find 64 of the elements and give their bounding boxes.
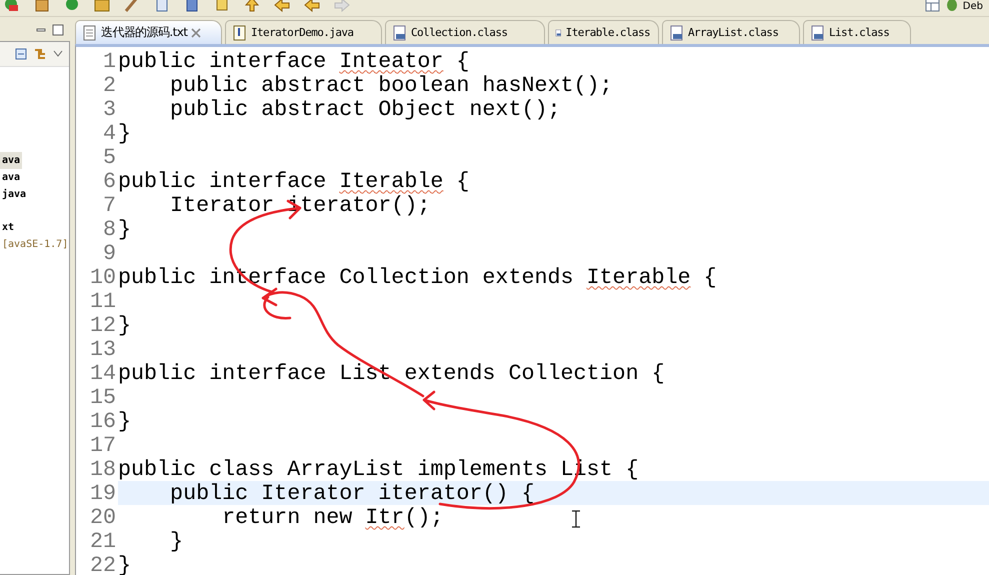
line-number: 21 [88, 528, 117, 554]
line-number: 13 [88, 336, 117, 362]
code-line: return new Itr(); [221, 504, 444, 530]
back-arrow-icon[interactable] [274, 0, 290, 13]
line-number: 14 [88, 360, 117, 386]
tree-item[interactable]: ava [0, 169, 22, 186]
collapse-all-icon[interactable] [15, 48, 27, 60]
view-menu-icon[interactable] [53, 50, 63, 58]
line-number: 7 [102, 192, 117, 218]
line-number: 20 [88, 504, 117, 530]
line-number: 22 [88, 552, 117, 575]
code-line: public interface Inteator { [118, 48, 470, 74]
binary-file-icon [810, 24, 825, 40]
editor-tab[interactable]: IteratorDemo.java [225, 20, 382, 44]
line-number: 17 [88, 432, 117, 458]
document-icon[interactable] [154, 0, 170, 13]
binary-file-icon [669, 24, 684, 40]
line-number: 15 [88, 384, 117, 410]
back-arrow-icon[interactable] [304, 0, 320, 13]
line-number: 1 [102, 48, 117, 74]
link-editor-icon[interactable] [33, 47, 47, 61]
java-file-icon [232, 24, 247, 40]
code-line: } [118, 120, 132, 146]
code-line: public Iterator iterator() { [169, 480, 534, 506]
line-number: 4 [102, 120, 117, 146]
tree-item[interactable]: [avaSE-1.7] [0, 236, 69, 253]
tree-item[interactable]: xt [0, 219, 16, 236]
editor-tab[interactable]: List.class [803, 20, 911, 44]
code-line: public interface Iterable { [118, 168, 470, 194]
line-number: 12 [88, 312, 117, 338]
folder-icon[interactable] [94, 0, 110, 13]
code-line: } [118, 408, 132, 434]
tree-item[interactable]: java [0, 186, 28, 203]
line-number: 3 [102, 96, 117, 122]
text-file-icon [82, 24, 97, 40]
up-arrow-icon[interactable] [244, 0, 260, 13]
tree-item[interactable]: ava [0, 152, 22, 169]
code-line: } [118, 216, 132, 242]
line-number: 9 [102, 240, 117, 266]
line-number: 16 [88, 408, 117, 434]
code-line: } [118, 312, 132, 338]
close-icon[interactable] [191, 28, 202, 38]
open-perspective-icon[interactable] [924, 0, 941, 13]
line-number: 11 [88, 288, 117, 314]
text-cursor-icon [571, 510, 581, 528]
line-number: 2 [102, 72, 117, 98]
editor-tab[interactable]: ArrayList.class [662, 20, 800, 44]
code-line: public abstract boolean hasNext(); [169, 72, 613, 98]
line-number: 8 [102, 216, 117, 242]
editor-tab[interactable]: Iterable.class [548, 20, 659, 44]
binary-file-icon [392, 24, 407, 40]
perspective-button[interactable]: Deb [962, 1, 983, 13]
code-line: public interface List extends Collection { [118, 360, 665, 386]
line-number: 10 [88, 264, 117, 290]
code-line: } [118, 552, 132, 575]
line-number: 5 [102, 144, 117, 170]
maximize-icon[interactable] [52, 24, 64, 36]
line-number: 19 [88, 480, 117, 506]
code-line: public abstract Object next(); [169, 96, 560, 122]
line-number: 6 [102, 168, 117, 194]
editor-tab[interactable]: 迭代器的源码.txt [75, 20, 222, 44]
line-number: 18 [88, 456, 117, 482]
editor-tab[interactable]: Collection.class [385, 20, 545, 44]
code-line: } [169, 528, 184, 554]
